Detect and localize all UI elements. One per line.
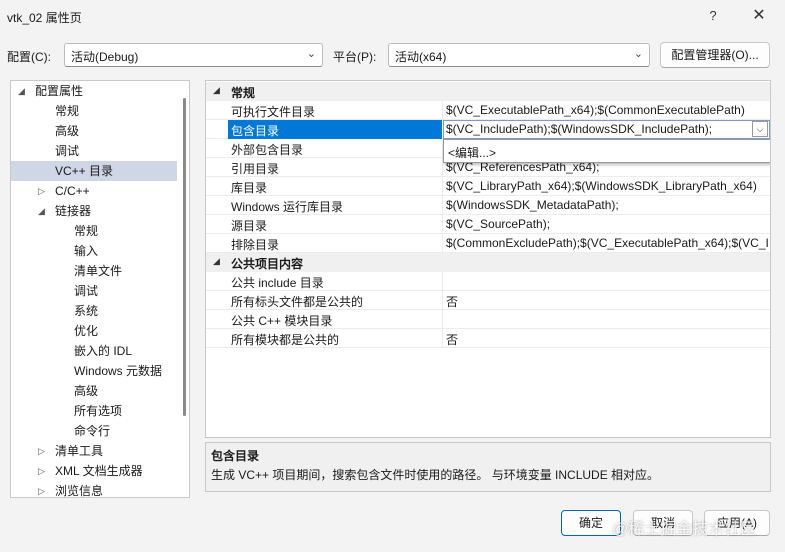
- tree-item-general[interactable]: 常规: [11, 101, 189, 121]
- tree-item-xml-doc-generator[interactable]: ▷ XML 文档生成器: [11, 461, 189, 481]
- config-manager-button[interactable]: 配置管理器(O)...: [660, 42, 770, 68]
- edit-dropdown: <编辑...>: [443, 139, 770, 163]
- platform-label: 平台(P):: [333, 50, 377, 64]
- platform-value: 活动(x64): [395, 50, 447, 64]
- tree-item-linker-advanced[interactable]: 高级: [11, 381, 189, 401]
- property-row-exclude-dirs[interactable]: 排除目录 $(CommonExcludePath);$(VC_Executabl…: [206, 234, 770, 253]
- dropdown-item-edit[interactable]: <编辑...>: [448, 144, 496, 161]
- tree-item-c-cpp[interactable]: ▷ C/C++: [11, 181, 189, 201]
- property-row-public-include-dirs[interactable]: 公共 include 目录: [206, 272, 770, 291]
- platform-combo[interactable]: 活动(x64) ⌄: [388, 43, 650, 67]
- collapse-icon[interactable]: ◢: [213, 85, 220, 96]
- tree-item-linker-optimization[interactable]: 优化: [11, 321, 189, 341]
- chevron-down-icon[interactable]: ⌵: [752, 121, 768, 137]
- collapse-icon[interactable]: ◢: [38, 201, 45, 221]
- tree-item-vc-directories[interactable]: VC++ 目录: [11, 161, 177, 181]
- expand-icon[interactable]: ▷: [38, 481, 45, 497]
- property-row-executable-dirs[interactable]: 可执行文件目录 $(VC_ExecutablePath_x64);$(Commo…: [206, 101, 770, 120]
- collapse-icon[interactable]: ◢: [18, 81, 25, 101]
- config-label: 配置(C):: [7, 50, 51, 64]
- tree-scrollbar[interactable]: [183, 98, 186, 416]
- tree-item-debugging[interactable]: 调试: [11, 141, 189, 161]
- category-general[interactable]: ◢ 常规: [206, 82, 770, 101]
- window-title: vtk_02 属性页: [7, 11, 82, 25]
- chevron-down-icon: ⌄: [633, 48, 643, 60]
- property-row-library-dirs[interactable]: 库目录 $(VC_LibraryPath_x64);$(WindowsSDK_L…: [206, 177, 770, 196]
- property-row-public-cpp-module-dirs[interactable]: 公共 C++ 模块目录: [206, 310, 770, 329]
- tree-item-linker-general[interactable]: 常规: [11, 221, 189, 241]
- tree-item-linker[interactable]: ◢ 链接器: [11, 201, 189, 221]
- property-row-include-dirs[interactable]: 包含目录 $(VC_IncludePath);$(WindowsSDK_Incl…: [206, 120, 770, 139]
- include-dirs-input[interactable]: $(VC_IncludePath);$(WindowsSDK_IncludePa…: [443, 120, 770, 139]
- property-row-all-headers-public[interactable]: 所有标头文件都是公共的 否: [206, 291, 770, 310]
- tree-item-advanced[interactable]: 高级: [11, 121, 189, 141]
- watermark: @稀土掘金技术社区: [612, 521, 757, 538]
- property-tree: ◢ 配置属性 常规 高级 调试 VC++ 目录 ▷ C/C++ ◢ 链接器 常规…: [10, 80, 190, 498]
- tree-item-config-props[interactable]: ◢ 配置属性: [11, 81, 189, 101]
- close-button[interactable]: ✕: [746, 4, 772, 28]
- tree-item-linker-system[interactable]: 系统: [11, 301, 189, 321]
- title-bar: vtk_02 属性页 ? ✕: [0, 0, 785, 32]
- description-text: 生成 VC++ 项目期间，搜索包含文件时使用的路径。 与环境变量 INCLUDE…: [211, 468, 660, 482]
- expand-icon[interactable]: ▷: [38, 441, 45, 461]
- tree-item-linker-command-line[interactable]: 命令行: [11, 421, 189, 441]
- category-public-project-content[interactable]: ◢ 公共项目内容: [206, 253, 770, 272]
- tree-item-linker-all-options[interactable]: 所有选项: [11, 401, 189, 421]
- expand-icon[interactable]: ▷: [38, 181, 45, 201]
- expand-icon[interactable]: ▷: [38, 461, 45, 481]
- property-grid: ◢ 常规 可执行文件目录 $(VC_ExecutablePath_x64);$(…: [205, 80, 771, 438]
- collapse-icon[interactable]: ◢: [213, 256, 220, 267]
- help-button[interactable]: ?: [700, 4, 726, 28]
- tree-item-linker-manifest[interactable]: 清单文件: [11, 261, 189, 281]
- property-row-winrt-dirs[interactable]: Windows 运行库目录 $(WindowsSDK_MetadataPath)…: [206, 196, 770, 215]
- tree-item-linker-input[interactable]: 输入: [11, 241, 189, 261]
- tree-item-browse-info[interactable]: ▷ 浏览信息: [11, 481, 189, 497]
- property-row-all-modules-public[interactable]: 所有模块都是公共的 否: [206, 329, 770, 348]
- chevron-down-icon: ⌄: [306, 48, 316, 60]
- config-value: 活动(Debug): [71, 50, 139, 64]
- tree-item-linker-debugging[interactable]: 调试: [11, 281, 189, 301]
- property-row-source-dirs[interactable]: 源目录 $(VC_SourcePath);: [206, 215, 770, 234]
- config-combo[interactable]: 活动(Debug) ⌄: [64, 43, 323, 67]
- tree-item-manifest-tool[interactable]: ▷ 清单工具: [11, 441, 189, 461]
- description-title: 包含目录: [211, 449, 260, 463]
- tree-item-linker-embedded-idl[interactable]: 嵌入的 IDL: [11, 341, 189, 361]
- tree-item-linker-windows-metadata[interactable]: Windows 元数据: [11, 361, 189, 381]
- description-panel: 包含目录 生成 VC++ 项目期间，搜索包含文件时使用的路径。 与环境变量 IN…: [205, 442, 771, 492]
